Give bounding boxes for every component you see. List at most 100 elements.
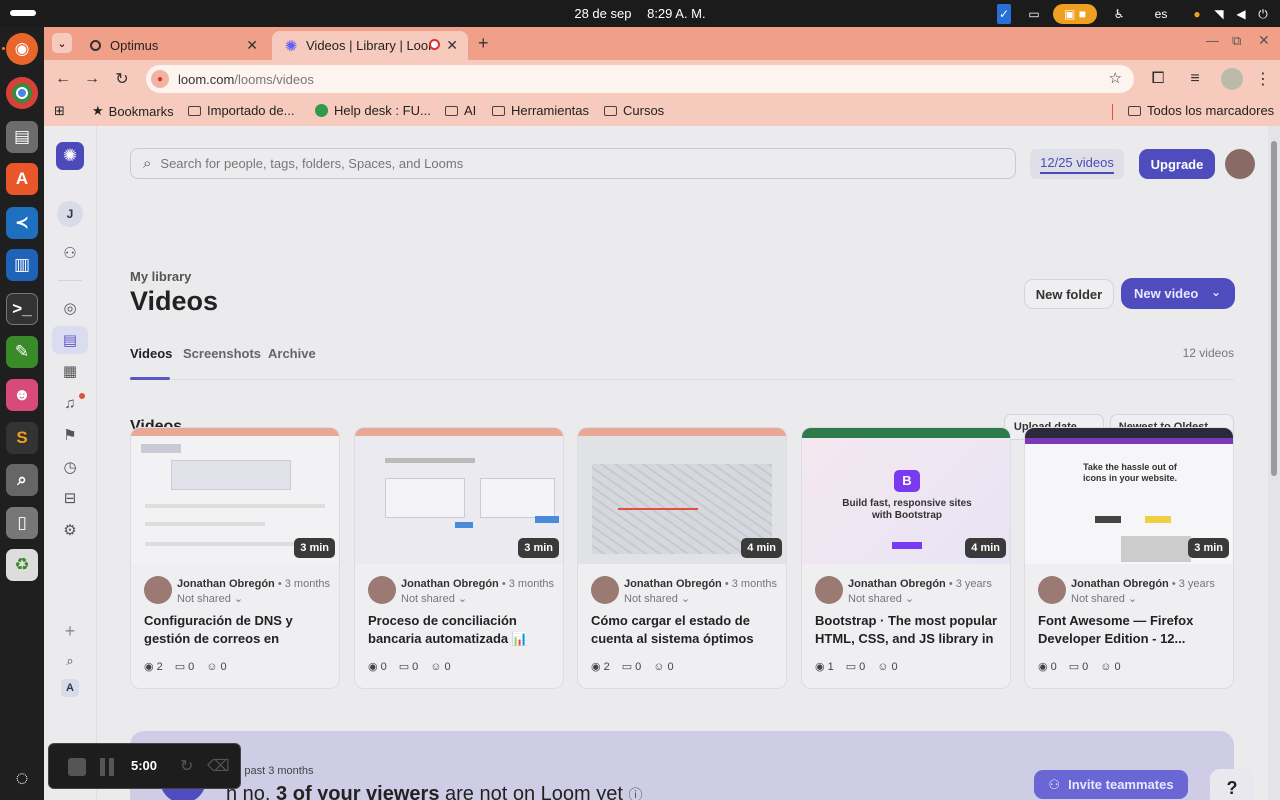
- library-icon[interactable]: ▤: [52, 326, 88, 354]
- new-tab-button[interactable]: +: [478, 33, 489, 54]
- firefox-icon[interactable]: ◉: [6, 33, 38, 65]
- video-quota[interactable]: 12/25 videos: [1030, 149, 1124, 179]
- video-title[interactable]: Cómo cargar el estado de cuenta al siste…: [591, 612, 779, 648]
- workspace-avatar[interactable]: J: [57, 201, 83, 227]
- media-control-icon[interactable]: ≡: [1184, 68, 1206, 90]
- video-thumbnail[interactable]: 3 min: [355, 428, 563, 564]
- back-icon[interactable]: ←: [52, 68, 74, 90]
- restart-icon[interactable]: ↻: [180, 756, 193, 776]
- microphone-site-icon[interactable]: ●: [151, 70, 169, 88]
- tab-videos[interactable]: Videos: [130, 346, 172, 361]
- search-icon[interactable]: ⌕: [56, 647, 84, 675]
- volume-icon[interactable]: ◀: [1234, 4, 1248, 24]
- scrollbar-thumb[interactable]: [1271, 141, 1277, 476]
- tab-search-button[interactable]: ⌄: [52, 33, 72, 53]
- video-thumbnail[interactable]: Take the hassle out of icons in your web…: [1025, 428, 1233, 564]
- pause-button[interactable]: [100, 758, 114, 776]
- bookmark-folder[interactable]: Cursos: [604, 103, 664, 118]
- author-avatar[interactable]: [591, 576, 619, 604]
- sublime-icon[interactable]: S: [6, 422, 38, 454]
- chrome-icon[interactable]: [6, 77, 38, 109]
- bookmark-star-icon[interactable]: ☆: [1109, 69, 1122, 87]
- video-card[interactable]: 3 min Jonathan Obregón • 3 months Not sh…: [354, 427, 564, 689]
- video-title[interactable]: Configuración de DNS y gestión de correo…: [144, 612, 332, 648]
- video-thumbnail[interactable]: 3 min: [131, 428, 339, 564]
- video-card[interactable]: Take the hassle out of icons in your web…: [1024, 427, 1234, 689]
- add-icon[interactable]: +: [56, 617, 84, 645]
- tray-drive-icon[interactable]: ▭: [1026, 4, 1042, 24]
- tab-screenshots[interactable]: Screenshots: [183, 346, 261, 361]
- page-scrollbar[interactable]: [1268, 126, 1280, 800]
- bookmark-item[interactable]: Help desk : FU...: [315, 103, 431, 118]
- bookmark-icon[interactable]: ⚑: [56, 421, 84, 449]
- search-input[interactable]: ⌕ Search for people, tags, folders, Spac…: [130, 148, 1016, 179]
- trash-icon[interactable]: ♻: [6, 549, 38, 581]
- breadcrumb[interactable]: My library: [130, 269, 191, 284]
- video-thumbnail[interactable]: B Build fast, responsive sites with Boot…: [802, 428, 1010, 564]
- author-avatar[interactable]: [1038, 576, 1066, 604]
- tab-loom-videos[interactable]: ✺ Videos | Library | Loom ✕: [272, 31, 468, 60]
- delete-icon[interactable]: ⌫: [207, 756, 230, 776]
- bookmark-folder[interactable]: AI: [445, 103, 476, 118]
- power-icon[interactable]: ⏻: [1256, 4, 1270, 24]
- tray-app-icon[interactable]: ✓: [997, 4, 1011, 24]
- video-title[interactable]: Proceso de conciliación bancaria automat…: [368, 612, 556, 648]
- close-tab-icon[interactable]: ✕: [246, 37, 258, 54]
- game-app-icon[interactable]: ☻: [6, 379, 38, 411]
- video-title[interactable]: Bootstrap · The most popular HTML, CSS, …: [815, 612, 1003, 648]
- video-card[interactable]: B Build fast, responsive sites with Boot…: [801, 427, 1011, 689]
- video-thumbnail[interactable]: 4 min: [578, 428, 786, 564]
- extensions-icon[interactable]: ⧠: [1147, 68, 1169, 90]
- share-status[interactable]: Not shared ⌄: [1071, 592, 1137, 605]
- app-center-icon[interactable]: A: [6, 163, 38, 195]
- maximize-button[interactable]: ⧉: [1232, 33, 1241, 49]
- video-card[interactable]: 3 min Jonathan Obregón • 3 months Not sh…: [130, 427, 340, 689]
- image-editor-icon[interactable]: ✎: [6, 336, 38, 368]
- terminal-icon[interactable]: >_: [6, 293, 38, 325]
- wifi-icon[interactable]: ◥: [1212, 4, 1226, 24]
- chevron-down-icon[interactable]: ⌄: [1211, 285, 1221, 299]
- user-avatar[interactable]: [1225, 149, 1255, 179]
- author-avatar[interactable]: [368, 576, 396, 604]
- bookmark-folder[interactable]: Herramientas: [492, 103, 589, 118]
- reload-icon[interactable]: ↻: [111, 68, 133, 90]
- files-icon[interactable]: ▤: [6, 121, 38, 153]
- stop-recording-button[interactable]: [68, 758, 86, 776]
- account-avatar[interactable]: A: [61, 679, 79, 697]
- share-status[interactable]: Not shared ⌄: [848, 592, 914, 605]
- search-app-icon[interactable]: ⌕: [6, 464, 38, 496]
- video-card[interactable]: 4 min Jonathan Obregón • 3 months Not sh…: [577, 427, 787, 689]
- menu-icon[interactable]: ⋮: [1252, 68, 1274, 90]
- share-status[interactable]: Not shared ⌄: [177, 592, 243, 605]
- share-status[interactable]: Not shared ⌄: [401, 592, 467, 605]
- upgrade-button[interactable]: Upgrade: [1139, 149, 1215, 179]
- minimize-button[interactable]: —: [1206, 33, 1219, 48]
- disk-icon[interactable]: ▯: [6, 507, 38, 539]
- author-avatar[interactable]: [144, 576, 172, 604]
- forward-icon[interactable]: →: [81, 68, 103, 90]
- profile-avatar[interactable]: [1221, 68, 1243, 90]
- invite-teammates-button[interactable]: ⚇ Invite teammates: [1034, 770, 1188, 799]
- help-button[interactable]: ?: [1210, 769, 1254, 800]
- profile-icon[interactable]: ◎: [56, 294, 84, 322]
- microphone-icon[interactable]: ●: [1191, 4, 1203, 24]
- author-avatar[interactable]: [815, 576, 843, 604]
- history-icon[interactable]: ◷: [56, 453, 84, 481]
- apps-grid-icon[interactable]: ⊞: [54, 103, 65, 119]
- add-member-icon[interactable]: ⚇: [56, 239, 84, 267]
- close-tab-icon[interactable]: ✕: [446, 37, 458, 54]
- video-title[interactable]: Font Awesome — Firefox Developer Edition…: [1038, 612, 1226, 648]
- all-bookmarks-folder[interactable]: Todos los marcadores: [1128, 103, 1274, 118]
- tab-optimus[interactable]: Optimus ✕: [76, 31, 268, 60]
- bookmark-folder[interactable]: Importado de...: [188, 103, 294, 118]
- vscode-icon[interactable]: ≺: [6, 207, 38, 239]
- bookmark-item[interactable]: ★ Bookmarks: [92, 103, 174, 119]
- loom-logo-icon[interactable]: ✺: [56, 142, 84, 170]
- tab-archive[interactable]: Archive: [268, 346, 316, 361]
- new-video-button[interactable]: New video ⌄: [1121, 278, 1235, 309]
- settings-gear-icon[interactable]: ⚙: [56, 516, 84, 544]
- gift-icon[interactable]: ⊟: [56, 484, 84, 512]
- share-status[interactable]: Not shared ⌄: [624, 592, 690, 605]
- address-bar[interactable]: ● loom.com/looms/videos ☆: [146, 65, 1134, 93]
- show-apps-icon[interactable]: ◌: [6, 762, 38, 794]
